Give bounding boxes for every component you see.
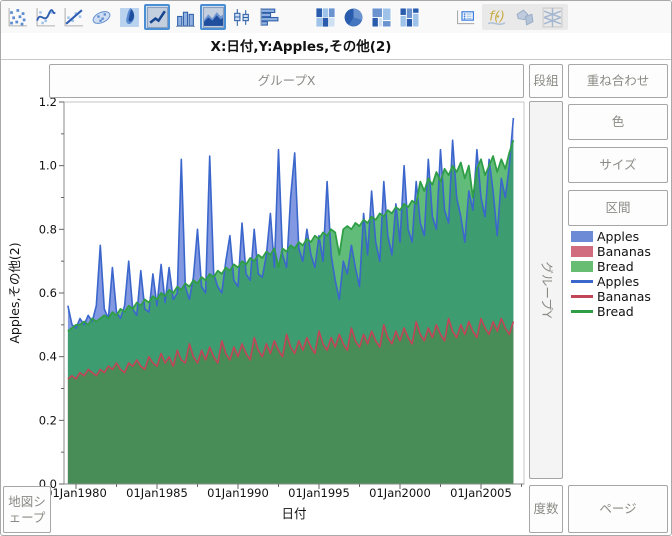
dropzone-color[interactable]: 色 bbox=[568, 104, 668, 140]
treemap-icon bbox=[371, 7, 392, 28]
caption-box-button[interactable] bbox=[450, 4, 480, 30]
ellipse-icon bbox=[91, 7, 112, 28]
dropzone-group-y[interactable]: グループY bbox=[529, 101, 563, 479]
pie-button[interactable] bbox=[340, 4, 366, 30]
dropzone-frequency-label: 度数 bbox=[533, 501, 558, 517]
disabled-tools-group: f() bbox=[482, 4, 568, 30]
area-chart-icon bbox=[203, 7, 224, 28]
scatter-button[interactable] bbox=[4, 4, 30, 30]
legend-swatch bbox=[571, 280, 593, 283]
legend-item[interactable]: Apples bbox=[571, 274, 671, 289]
dropzone-interval[interactable]: 区間 bbox=[568, 190, 668, 226]
svg-text:1.0: 1.0 bbox=[39, 159, 57, 173]
legend-label: Bread bbox=[597, 304, 634, 319]
dropzone-overlay-label: 重ね合わせ bbox=[587, 73, 650, 89]
svg-text:01Jan1985: 01Jan1985 bbox=[126, 486, 188, 500]
legend-label: Bread bbox=[597, 259, 634, 274]
legend-swatch bbox=[571, 261, 593, 272]
legend-label: Apples bbox=[597, 229, 639, 244]
mosaic-button[interactable] bbox=[396, 4, 422, 30]
legend-swatch bbox=[571, 231, 593, 242]
legend-swatch bbox=[571, 246, 593, 257]
line-of-fit-button[interactable] bbox=[60, 4, 86, 30]
mosaic-icon bbox=[399, 7, 420, 28]
legend-swatch bbox=[571, 310, 593, 313]
svg-text:01Jan1995: 01Jan1995 bbox=[288, 486, 350, 500]
scatter-icon bbox=[7, 7, 28, 28]
heatmap-icon bbox=[315, 7, 336, 28]
box-plot-icon bbox=[231, 7, 252, 28]
line-of-fit-icon bbox=[63, 7, 84, 28]
svg-text:0.2: 0.2 bbox=[39, 413, 57, 427]
bar-chart-button[interactable] bbox=[172, 4, 198, 30]
legend-item[interactable]: Bananas bbox=[571, 244, 671, 259]
svg-text:01Jan2005: 01Jan2005 bbox=[450, 486, 512, 500]
legend-label: Bananas bbox=[597, 244, 651, 259]
dropzone-map-shape[interactable]: 地図シェープ bbox=[3, 486, 51, 533]
box-plot-button[interactable] bbox=[228, 4, 254, 30]
dropzone-column[interactable]: 段組 bbox=[529, 64, 563, 98]
dropzone-size[interactable]: サイズ bbox=[568, 147, 668, 183]
legend-item[interactable]: Bananas bbox=[571, 289, 671, 304]
dropzone-map-shape-label: 地図シェープ bbox=[6, 494, 48, 525]
title-separator bbox=[1, 59, 671, 60]
dropzone-group-y-label: グループY bbox=[538, 262, 554, 319]
legend-item[interactable]: Bread bbox=[571, 259, 671, 274]
map-shapes-icon bbox=[514, 7, 535, 28]
svg-text:0.4: 0.4 bbox=[39, 350, 57, 364]
heatmap-button[interactable] bbox=[312, 4, 338, 30]
chart-type-toolbar: f() bbox=[1, 1, 671, 33]
dropzone-page[interactable]: ページ bbox=[568, 485, 668, 533]
legend-swatch bbox=[571, 295, 593, 298]
histogram-button[interactable] bbox=[256, 4, 282, 30]
svg-text:01Jan1990: 01Jan1990 bbox=[207, 486, 269, 500]
dropzone-color-label: 色 bbox=[612, 114, 625, 130]
dropzone-size-label: サイズ bbox=[599, 157, 636, 173]
svg-text:Apples,その他(2): Apples,その他(2) bbox=[7, 242, 22, 343]
svg-text:): ) bbox=[498, 8, 504, 24]
legend-item[interactable]: Bread bbox=[571, 304, 671, 319]
area-chart-button[interactable] bbox=[200, 4, 226, 30]
pie-icon bbox=[343, 7, 364, 28]
line-chart-button[interactable] bbox=[144, 4, 170, 30]
legend-label: Bananas bbox=[597, 289, 651, 304]
legend-item[interactable]: Apples bbox=[571, 229, 671, 244]
dropzone-frequency[interactable]: 度数 bbox=[529, 485, 563, 533]
svg-text:0.6: 0.6 bbox=[39, 286, 57, 300]
dropzone-column-label: 段組 bbox=[533, 73, 558, 89]
graph-builder-window: 01Jan198001Jan198501Jan199001Jan199501Ja… bbox=[0, 0, 672, 536]
dropzone-group-x-label: グループX bbox=[258, 73, 316, 89]
caption-box-icon bbox=[455, 7, 476, 28]
dropzone-overlay[interactable]: 重ね合わせ bbox=[568, 64, 668, 98]
legend: ApplesBananasBreadApplesBananasBread bbox=[571, 229, 671, 319]
page-title: X:日付,Y:Apples,その他(2) bbox=[1, 35, 601, 57]
contour-icon bbox=[119, 7, 140, 28]
svg-text:0.8: 0.8 bbox=[39, 222, 57, 236]
svg-text:日付: 日付 bbox=[281, 506, 306, 521]
contour-button[interactable] bbox=[116, 4, 142, 30]
dropzone-page-label: ページ bbox=[599, 501, 636, 517]
dropzone-interval-label: 区間 bbox=[605, 200, 630, 216]
parallel-plot-button[interactable] bbox=[539, 4, 565, 30]
ellipse-button[interactable] bbox=[88, 4, 114, 30]
dropzone-group-x[interactable]: グループX bbox=[49, 64, 524, 98]
formula-button[interactable]: f() bbox=[483, 4, 509, 30]
histogram-icon bbox=[259, 7, 280, 28]
smoother-button[interactable] bbox=[32, 4, 58, 30]
line-chart-icon bbox=[147, 7, 168, 28]
formula-icon: f() bbox=[486, 7, 507, 28]
svg-text:01Jan2000: 01Jan2000 bbox=[369, 486, 431, 500]
legend-label: Apples bbox=[597, 274, 639, 289]
map-shapes-button[interactable] bbox=[511, 4, 537, 30]
treemap-button[interactable] bbox=[368, 4, 394, 30]
bar-chart-icon bbox=[175, 7, 196, 28]
parallel-plot-icon bbox=[542, 7, 563, 28]
smoother-icon bbox=[35, 7, 56, 28]
